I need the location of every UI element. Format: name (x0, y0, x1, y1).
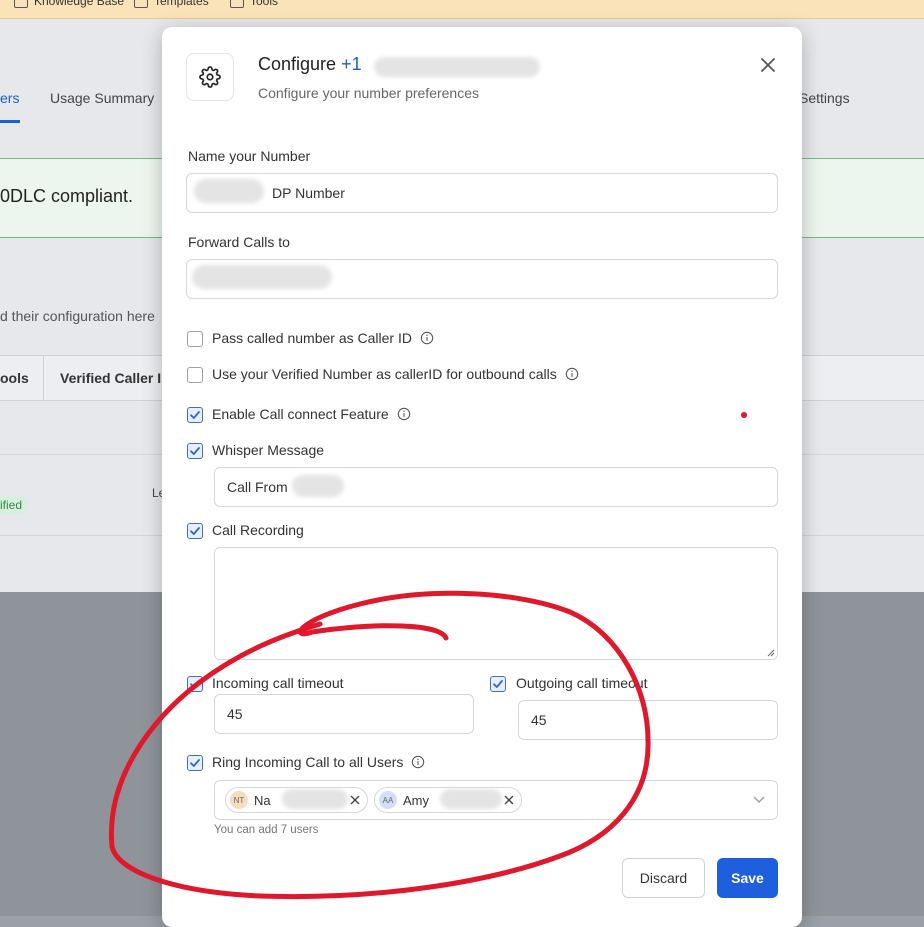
config-hint-text: d their configuration here (0, 308, 155, 324)
pass-called-number-label: Pass called number as Caller ID (212, 330, 412, 346)
forward-label: Forward Calls to (188, 234, 290, 250)
info-icon[interactable] (420, 331, 434, 345)
info-icon[interactable] (565, 367, 579, 381)
whisper-message-checkbox[interactable] (187, 443, 203, 459)
modal-title-text: Configure (258, 54, 337, 74)
name-label: Name your Number (188, 148, 311, 164)
tab-active-underline (0, 120, 20, 123)
call-recording-label: Call Recording (212, 522, 304, 538)
incoming-timeout-label: Incoming call timeout (212, 675, 344, 691)
incoming-timeout-row: Incoming call timeout (212, 675, 344, 691)
info-icon[interactable] (411, 755, 425, 769)
tab-users[interactable]: ers (0, 90, 19, 106)
bookmark-tools[interactable]: Tools (230, 0, 278, 8)
ring-all-users-label: Ring Incoming Call to all Users (212, 754, 404, 770)
verified-callerid-row: Use your Verified Number as callerID for… (212, 366, 579, 382)
bookmark-templates[interactable]: Templates (134, 0, 209, 8)
modal-subtitle: Configure your number preferences (258, 85, 480, 101)
checkmark-icon (190, 447, 200, 455)
resize-handle-icon[interactable] (765, 647, 775, 657)
incoming-timeout-value: 45 (227, 706, 243, 722)
checkmark-icon (493, 680, 503, 688)
tab-verified-caller[interactable]: Verified Caller I (60, 370, 161, 386)
verified-callerid-label: Use your Verified Number as callerID for… (212, 366, 557, 382)
ring-all-users-checkbox[interactable] (187, 755, 203, 771)
tab-tools[interactable]: ools (0, 370, 29, 386)
call-connect-checkbox[interactable] (187, 407, 203, 423)
outgoing-timeout-label: Outgoing call timeout (516, 675, 648, 691)
user-chip-name: Na (254, 792, 271, 808)
users-limit-hint: You can add 7 users (214, 824, 319, 836)
outgoing-timeout-checkbox[interactable] (490, 676, 506, 692)
incoming-timeout-checkbox[interactable] (187, 676, 203, 692)
save-button[interactable]: Save (717, 858, 778, 898)
remove-chip-icon[interactable] (503, 794, 515, 806)
checkmark-icon (190, 527, 200, 535)
pass-called-number-checkbox[interactable] (187, 331, 203, 347)
redacted-name (194, 179, 264, 203)
avatar: AA (379, 791, 397, 809)
redacted-user-name (282, 789, 348, 809)
verified-callerid-checkbox[interactable] (187, 367, 203, 383)
folder-icon (14, 0, 28, 8)
whisper-message-value: Call From (227, 479, 288, 495)
number-name-input[interactable]: DP Number (186, 173, 778, 213)
divider (43, 356, 44, 400)
bookmark-knowledge-base[interactable]: Knowledge Base (14, 0, 124, 8)
call-connect-label: Enable Call connect Feature (212, 406, 389, 422)
outgoing-timeout-value: 45 (531, 712, 547, 728)
remove-chip-icon[interactable] (349, 794, 361, 806)
checkmark-icon (190, 680, 200, 688)
avatar: NT (230, 791, 248, 809)
chevron-down-icon[interactable] (753, 796, 765, 804)
whisper-message-label: Whisper Message (212, 442, 325, 458)
call-recording-textarea[interactable] (214, 547, 778, 660)
folder-icon (230, 0, 244, 8)
user-chip-name: Amy (403, 792, 429, 808)
settings-icon-box (186, 53, 234, 101)
call-recording-row: Call Recording (212, 522, 304, 538)
configure-number-modal: Configure +1 Configure your number prefe… (162, 27, 802, 927)
redacted-forward-number (192, 265, 332, 289)
pass-called-number-row: Pass called number as Caller ID (212, 330, 434, 346)
bookmarks-bar: Knowledge Base Templates Tools (0, 0, 924, 19)
checkmark-icon (190, 759, 200, 767)
redacted-user-name (440, 789, 502, 809)
call-connect-row: Enable Call connect Feature (212, 406, 411, 422)
gear-icon (199, 66, 221, 88)
redacted-whisper (292, 475, 344, 497)
ring-all-users-row: Ring Incoming Call to all Users (212, 754, 425, 770)
incoming-timeout-input[interactable]: 45 (214, 694, 474, 734)
discard-button[interactable]: Discard (622, 858, 705, 898)
redacted-number (374, 57, 540, 77)
call-recording-checkbox[interactable] (187, 523, 203, 539)
tab-usage-summary[interactable]: Usage Summary (50, 90, 154, 106)
outgoing-timeout-row: Outgoing call timeout (516, 675, 648, 691)
info-icon[interactable] (397, 407, 411, 421)
checkmark-icon (190, 411, 200, 419)
modal-title: Configure +1 (258, 54, 362, 75)
status-badge: ified (0, 496, 29, 514)
annotation-dot (741, 412, 747, 418)
close-icon[interactable] (758, 55, 778, 75)
compliance-text: 0DLC compliant. (0, 186, 134, 206)
title-number: +1 (341, 54, 362, 74)
whisper-message-row: Whisper Message (212, 442, 324, 458)
folder-icon (134, 0, 148, 8)
outgoing-timeout-input[interactable]: 45 (518, 700, 778, 740)
